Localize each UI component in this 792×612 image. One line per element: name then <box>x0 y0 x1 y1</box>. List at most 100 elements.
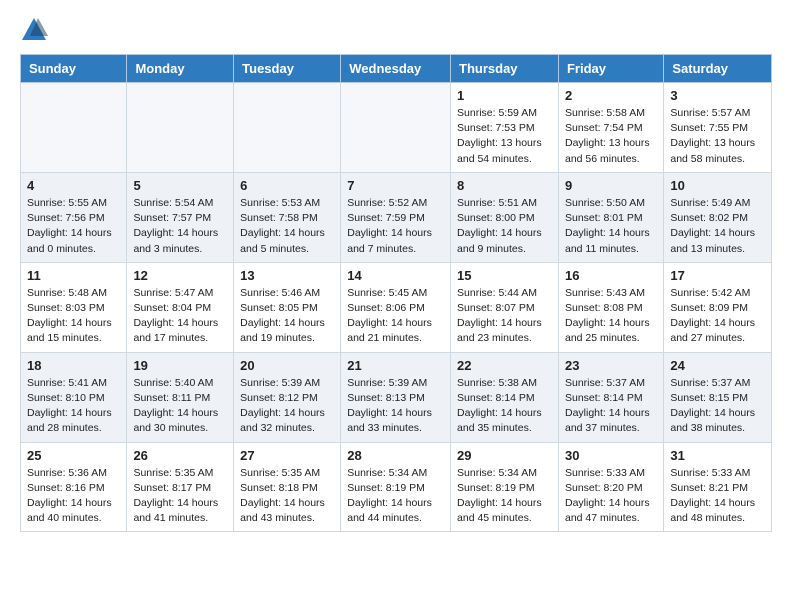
calendar-cell: 26Sunrise: 5:35 AM Sunset: 8:17 PM Dayli… <box>127 442 234 532</box>
calendar-cell: 1 Sunrise: 5:59 AM Sunset: 7:53 PM Daylig… <box>451 83 559 173</box>
day-number: 24 <box>670 358 765 373</box>
page: SundayMondayTuesdayWednesdayThursdayFrid… <box>0 0 792 548</box>
day-number: 3 <box>670 88 765 103</box>
logo-icon <box>20 16 48 44</box>
calendar-cell: 25 Sunrise: 5:36 AM Sunset: 8:16 PM Dayli… <box>21 442 127 532</box>
day-number: 1 <box>457 88 552 103</box>
header-cell-monday: Monday <box>127 55 234 83</box>
day-number: 14 <box>347 268 444 283</box>
day-info: Sunrise: 5:47 AM Sunset: 8:04 PM Dayligh… <box>133 286 227 347</box>
day-number: 25 <box>27 448 120 463</box>
day-info: Sunrise: 5:34 AM Sunset: 8:19 PM Dayligh… <box>457 466 552 527</box>
calendar-cell <box>21 83 127 173</box>
calendar-cell: 9 Sunrise: 5:50 AM Sunset: 8:01 PM Daylig… <box>558 172 663 262</box>
calendar-cell: 30 Sunrise: 5:33 AM Sunset: 8:20 PM Dayli… <box>558 442 663 532</box>
day-info: Sunrise: 5:59 AM Sunset: 7:53 PM Dayligh… <box>457 106 552 167</box>
day-number: 7 <box>347 178 444 193</box>
day-info: Sunrise: 5:49 AM Sunset: 8:02 PM Dayligh… <box>670 196 765 257</box>
day-info: Sunrise: 5:50 AM Sunset: 8:01 PM Dayligh… <box>565 196 657 257</box>
day-number: 30 <box>565 448 657 463</box>
header-cell-wednesday: Wednesday <box>341 55 451 83</box>
header-cell-friday: Friday <box>558 55 663 83</box>
day-info: Sunrise: 5:41 AM Sunset: 8:10 PM Dayligh… <box>27 376 120 437</box>
calendar-cell: 3Sunrise: 5:57 AM Sunset: 7:55 PM Daylig… <box>664 83 772 173</box>
calendar-cell: 18 Sunrise: 5:41 AM Sunset: 8:10 PM Dayli… <box>21 352 127 442</box>
day-number: 31 <box>670 448 765 463</box>
day-number: 16 <box>565 268 657 283</box>
day-info: Sunrise: 5:43 AM Sunset: 8:08 PM Dayligh… <box>565 286 657 347</box>
day-number: 20 <box>240 358 334 373</box>
calendar-cell: 11Sunrise: 5:48 AM Sunset: 8:03 PM Dayli… <box>21 262 127 352</box>
day-number: 28 <box>347 448 444 463</box>
calendar-body: 1 Sunrise: 5:59 AM Sunset: 7:53 PM Daylig… <box>21 83 772 532</box>
calendar-cell: 31 Sunrise: 5:33 AM Sunset: 8:21 PM Dayli… <box>664 442 772 532</box>
day-number: 21 <box>347 358 444 373</box>
day-info: Sunrise: 5:33 AM Sunset: 8:21 PM Dayligh… <box>670 466 765 527</box>
calendar-cell: 7 Sunrise: 5:52 AM Sunset: 7:59 PM Daylig… <box>341 172 451 262</box>
logo <box>20 16 52 44</box>
header-cell-thursday: Thursday <box>451 55 559 83</box>
day-number: 18 <box>27 358 120 373</box>
day-info: Sunrise: 5:37 AM Sunset: 8:14 PM Dayligh… <box>565 376 657 437</box>
calendar-cell: 6Sunrise: 5:53 AM Sunset: 7:58 PM Daylig… <box>234 172 341 262</box>
calendar-cell <box>234 83 341 173</box>
calendar-cell <box>341 83 451 173</box>
calendar-cell: 14 Sunrise: 5:45 AM Sunset: 8:06 PM Dayli… <box>341 262 451 352</box>
day-info: Sunrise: 5:39 AM Sunset: 8:13 PM Dayligh… <box>347 376 444 437</box>
header-cell-sunday: Sunday <box>21 55 127 83</box>
calendar-cell: 5Sunrise: 5:54 AM Sunset: 7:57 PM Daylig… <box>127 172 234 262</box>
day-number: 11 <box>27 268 120 283</box>
calendar-cell: 4Sunrise: 5:55 AM Sunset: 7:56 PM Daylig… <box>21 172 127 262</box>
calendar-week-1: 4Sunrise: 5:55 AM Sunset: 7:56 PM Daylig… <box>21 172 772 262</box>
calendar-week-3: 18 Sunrise: 5:41 AM Sunset: 8:10 PM Dayli… <box>21 352 772 442</box>
calendar-cell: 10 Sunrise: 5:49 AM Sunset: 8:02 PM Dayli… <box>664 172 772 262</box>
header <box>20 16 772 44</box>
day-number: 23 <box>565 358 657 373</box>
day-info: Sunrise: 5:36 AM Sunset: 8:16 PM Dayligh… <box>27 466 120 527</box>
day-info: Sunrise: 5:35 AM Sunset: 8:18 PM Dayligh… <box>240 466 334 527</box>
day-info: Sunrise: 5:46 AM Sunset: 8:05 PM Dayligh… <box>240 286 334 347</box>
day-number: 9 <box>565 178 657 193</box>
day-number: 12 <box>133 268 227 283</box>
header-row: SundayMondayTuesdayWednesdayThursdayFrid… <box>21 55 772 83</box>
calendar-cell: 16 Sunrise: 5:43 AM Sunset: 8:08 PM Dayli… <box>558 262 663 352</box>
calendar-week-0: 1 Sunrise: 5:59 AM Sunset: 7:53 PM Daylig… <box>21 83 772 173</box>
day-number: 19 <box>133 358 227 373</box>
calendar-cell: 2 Sunrise: 5:58 AM Sunset: 7:54 PM Daylig… <box>558 83 663 173</box>
calendar-cell: 23 Sunrise: 5:37 AM Sunset: 8:14 PM Dayli… <box>558 352 663 442</box>
calendar-cell: 20 Sunrise: 5:39 AM Sunset: 8:12 PM Dayli… <box>234 352 341 442</box>
calendar-cell: 24 Sunrise: 5:37 AM Sunset: 8:15 PM Dayli… <box>664 352 772 442</box>
calendar-cell: 17Sunrise: 5:42 AM Sunset: 8:09 PM Dayli… <box>664 262 772 352</box>
day-number: 15 <box>457 268 552 283</box>
header-cell-saturday: Saturday <box>664 55 772 83</box>
day-number: 6 <box>240 178 334 193</box>
day-number: 10 <box>670 178 765 193</box>
calendar-cell: 15Sunrise: 5:44 AM Sunset: 8:07 PM Dayli… <box>451 262 559 352</box>
day-number: 27 <box>240 448 334 463</box>
day-info: Sunrise: 5:45 AM Sunset: 8:06 PM Dayligh… <box>347 286 444 347</box>
day-number: 22 <box>457 358 552 373</box>
calendar-cell: 8Sunrise: 5:51 AM Sunset: 8:00 PM Daylig… <box>451 172 559 262</box>
day-info: Sunrise: 5:33 AM Sunset: 8:20 PM Dayligh… <box>565 466 657 527</box>
calendar-cell: 19 Sunrise: 5:40 AM Sunset: 8:11 PM Dayli… <box>127 352 234 442</box>
calendar-table: SundayMondayTuesdayWednesdayThursdayFrid… <box>20 54 772 532</box>
calendar-header: SundayMondayTuesdayWednesdayThursdayFrid… <box>21 55 772 83</box>
day-info: Sunrise: 5:39 AM Sunset: 8:12 PM Dayligh… <box>240 376 334 437</box>
day-info: Sunrise: 5:34 AM Sunset: 8:19 PM Dayligh… <box>347 466 444 527</box>
day-number: 8 <box>457 178 552 193</box>
calendar-cell: 13Sunrise: 5:46 AM Sunset: 8:05 PM Dayli… <box>234 262 341 352</box>
day-info: Sunrise: 5:35 AM Sunset: 8:17 PM Dayligh… <box>133 466 227 527</box>
day-number: 4 <box>27 178 120 193</box>
day-number: 29 <box>457 448 552 463</box>
day-info: Sunrise: 5:42 AM Sunset: 8:09 PM Dayligh… <box>670 286 765 347</box>
calendar-cell: 21 Sunrise: 5:39 AM Sunset: 8:13 PM Dayli… <box>341 352 451 442</box>
calendar-cell <box>127 83 234 173</box>
day-info: Sunrise: 5:38 AM Sunset: 8:14 PM Dayligh… <box>457 376 552 437</box>
day-info: Sunrise: 5:52 AM Sunset: 7:59 PM Dayligh… <box>347 196 444 257</box>
day-number: 2 <box>565 88 657 103</box>
day-info: Sunrise: 5:37 AM Sunset: 8:15 PM Dayligh… <box>670 376 765 437</box>
day-info: Sunrise: 5:54 AM Sunset: 7:57 PM Dayligh… <box>133 196 227 257</box>
day-info: Sunrise: 5:58 AM Sunset: 7:54 PM Dayligh… <box>565 106 657 167</box>
calendar-cell: 29 Sunrise: 5:34 AM Sunset: 8:19 PM Dayli… <box>451 442 559 532</box>
day-info: Sunrise: 5:40 AM Sunset: 8:11 PM Dayligh… <box>133 376 227 437</box>
